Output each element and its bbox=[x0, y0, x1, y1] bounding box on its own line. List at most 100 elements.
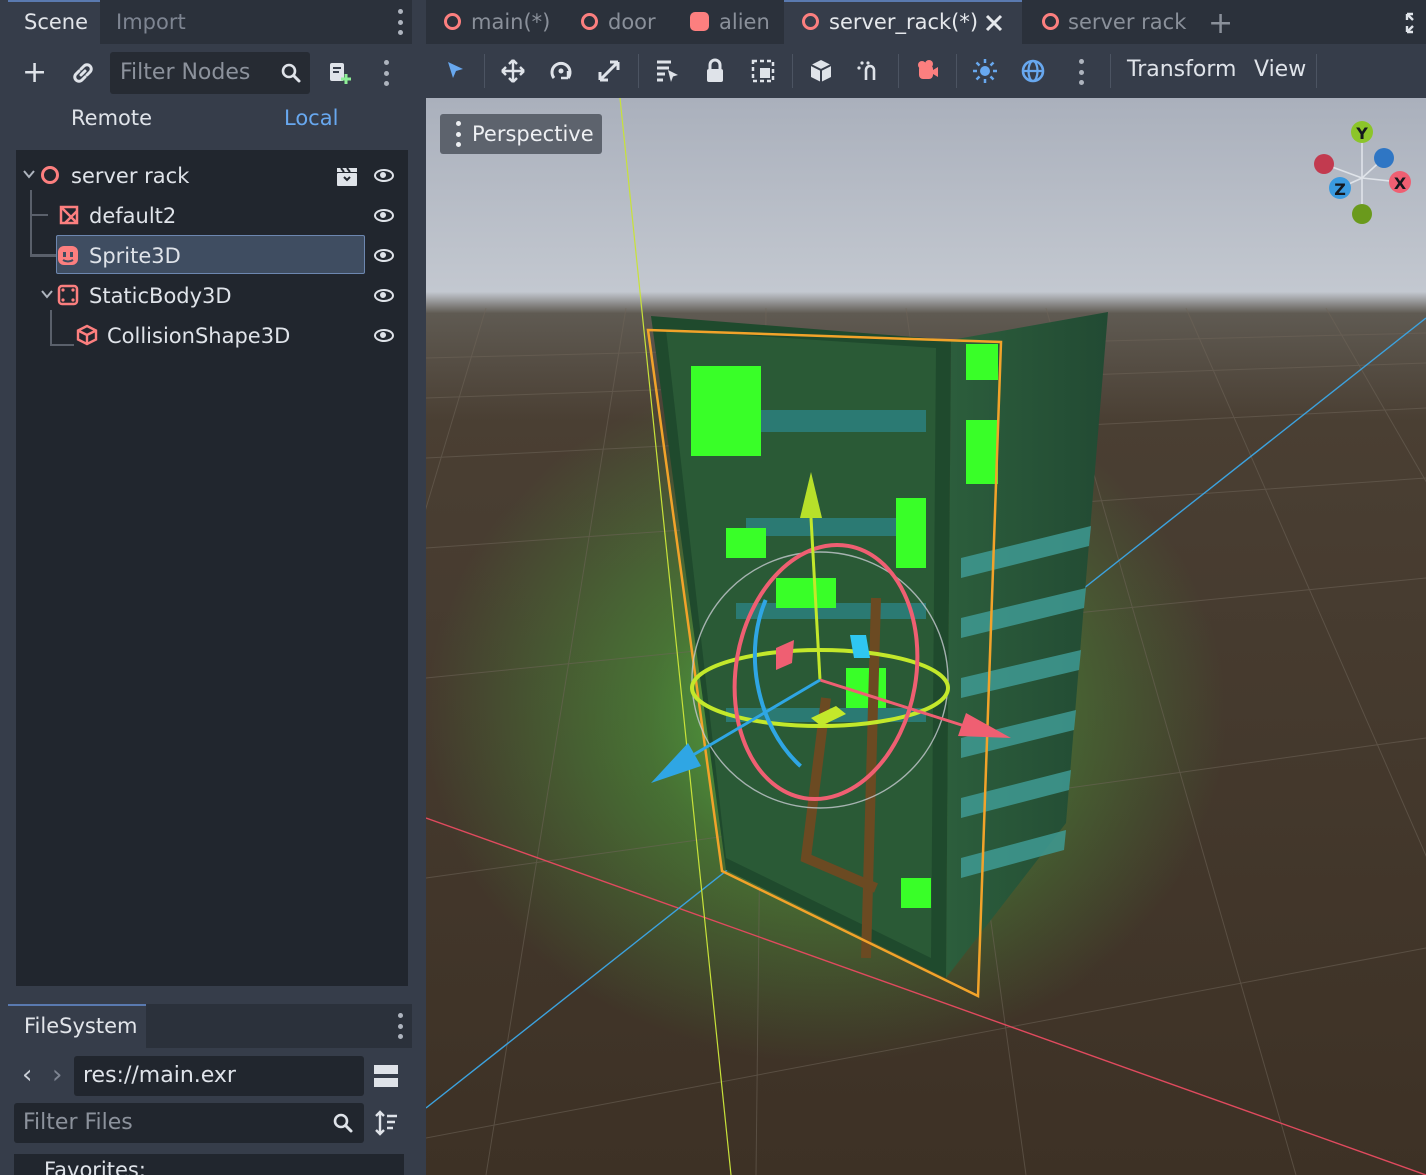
tree-item-label: Sprite3D bbox=[89, 244, 181, 268]
tree-item-server-rack[interactable]: server rack bbox=[16, 155, 408, 195]
local-space-icon[interactable] bbox=[806, 56, 836, 86]
filter-nodes-input[interactable]: Filter Nodes bbox=[110, 52, 310, 94]
scene-toolbar: + Filter Nodes Remote Local bbox=[8, 44, 412, 148]
tree-item-default2[interactable]: default2 bbox=[16, 195, 408, 235]
editor-tab-alien[interactable]: alien bbox=[678, 0, 782, 44]
snap-icon[interactable] bbox=[854, 56, 884, 86]
editor-tab-bar: main(*) door alien server_rack(*) server… bbox=[426, 0, 1426, 44]
tab-filesystem[interactable]: FileSystem bbox=[8, 1004, 146, 1048]
scene-tree: server rack default2 Sprite3D StaticBody… bbox=[16, 150, 408, 986]
view-menu[interactable]: View bbox=[1254, 57, 1306, 82]
editor-tab-main[interactable]: main(*) bbox=[426, 0, 558, 44]
editor-tab-label: door bbox=[608, 10, 656, 34]
gizmo-z-label: Z bbox=[1334, 180, 1346, 199]
environment-preview-icon[interactable] bbox=[1018, 56, 1048, 86]
path-value: res://main.exr bbox=[83, 1063, 236, 1088]
scene-toolbar-menu-icon[interactable] bbox=[382, 60, 390, 86]
move-tool-icon[interactable] bbox=[498, 56, 528, 86]
tab-scene[interactable]: Scene bbox=[8, 0, 100, 44]
gizmo-y-label: Y bbox=[1355, 124, 1368, 143]
filesystem-body: ‹ › res://main.exr Filter Files Favorite… bbox=[8, 1048, 412, 1175]
list-select-icon[interactable] bbox=[652, 56, 682, 86]
search-icon bbox=[333, 1113, 353, 1133]
link-icon[interactable] bbox=[70, 60, 96, 86]
collision-shape-icon bbox=[76, 324, 98, 346]
close-icon[interactable] bbox=[985, 14, 1003, 32]
perspective-menu-icon bbox=[454, 121, 462, 147]
visibility-eye-icon[interactable] bbox=[374, 209, 394, 222]
editor-tab-label: alien bbox=[719, 10, 770, 34]
sort-icon[interactable] bbox=[374, 1110, 398, 1136]
toolbar-separator bbox=[484, 54, 485, 88]
remote-tab[interactable]: Remote bbox=[71, 106, 152, 130]
visibility-eye-icon[interactable] bbox=[374, 289, 394, 302]
group-icon[interactable] bbox=[748, 56, 778, 86]
rotate-tool-icon[interactable] bbox=[546, 56, 576, 86]
editor-tab-door[interactable]: door bbox=[566, 0, 676, 44]
add-tab-icon[interactable]: + bbox=[1208, 6, 1233, 41]
visibility-eye-icon[interactable] bbox=[374, 169, 394, 182]
gizmo-x-label: X bbox=[1394, 174, 1407, 193]
filesystem-menu-icon[interactable] bbox=[396, 1013, 404, 1039]
tab-import[interactable]: Import bbox=[100, 0, 202, 44]
split-view-icon[interactable] bbox=[374, 1064, 398, 1088]
scale-tool-icon[interactable] bbox=[594, 56, 624, 86]
perspective-menu-button[interactable]: Perspective bbox=[440, 114, 602, 154]
favorites-label: Favorites: bbox=[44, 1158, 146, 1175]
toolbar-separator bbox=[638, 54, 639, 88]
camera-preview-icon[interactable] bbox=[912, 56, 942, 86]
editor-tab-server-rack[interactable]: server rack bbox=[1028, 0, 1188, 44]
node3d-icon bbox=[41, 166, 59, 184]
filesystem-dock-tabbar: FileSystem bbox=[8, 1004, 412, 1048]
tree-item-sprite3d[interactable]: Sprite3D bbox=[16, 235, 408, 275]
lock-icon[interactable] bbox=[700, 56, 730, 86]
scene-dock-tabbar: Scene Import bbox=[8, 0, 412, 44]
visibility-eye-icon[interactable] bbox=[374, 249, 394, 262]
filesystem-tree: Favorites: bbox=[14, 1154, 404, 1175]
sprite3d-icon bbox=[690, 12, 709, 31]
left-panel: Scene Import + Filter Nodes Remote Local bbox=[0, 0, 420, 1175]
filter-nodes-placeholder: Filter Nodes bbox=[120, 60, 251, 85]
toolbar-separator bbox=[1316, 54, 1317, 88]
tree-item-staticbody3d[interactable]: StaticBody3D bbox=[16, 275, 408, 315]
search-icon bbox=[281, 63, 301, 83]
mesh-instance-icon bbox=[59, 205, 79, 225]
forward-arrow-icon[interactable]: › bbox=[52, 1060, 62, 1090]
3d-viewport[interactable]: Y X Z Perspective bbox=[426, 98, 1426, 1175]
more-options-icon[interactable] bbox=[1077, 59, 1085, 85]
editor-tab-label: server rack bbox=[1068, 10, 1187, 34]
node3d-icon bbox=[1042, 13, 1059, 30]
transform-menu[interactable]: Transform bbox=[1127, 57, 1236, 82]
node3d-icon bbox=[802, 13, 819, 30]
scene-dock-tabs: Scene Import bbox=[8, 0, 412, 44]
filter-files-placeholder: Filter Files bbox=[23, 1110, 133, 1135]
toolbar-separator bbox=[1110, 54, 1111, 88]
local-tab[interactable]: Local bbox=[284, 106, 338, 130]
editor-tab-label: server_rack(*) bbox=[829, 10, 979, 34]
chevron-down-icon[interactable] bbox=[23, 169, 35, 179]
chevron-down-icon[interactable] bbox=[41, 289, 53, 299]
scene-dock-menu-icon[interactable] bbox=[396, 9, 404, 35]
static-body-icon bbox=[57, 284, 79, 306]
toolbar-separator bbox=[956, 54, 957, 88]
select-tool-icon[interactable] bbox=[440, 56, 470, 86]
node3d-icon bbox=[444, 13, 461, 30]
sprite3d-icon bbox=[58, 246, 78, 265]
viewport-scene[interactable]: Y X Z bbox=[426, 98, 1426, 1175]
tree-item-collisionshape3d[interactable]: CollisionShape3D bbox=[16, 315, 408, 355]
back-arrow-icon[interactable]: ‹ bbox=[22, 1060, 32, 1090]
tree-item-label: CollisionShape3D bbox=[107, 324, 291, 348]
clapperboard-icon[interactable] bbox=[335, 165, 359, 187]
instance-scene-icon[interactable] bbox=[326, 60, 352, 86]
path-field[interactable]: res://main.exr bbox=[74, 1056, 364, 1096]
visibility-eye-icon[interactable] bbox=[374, 329, 394, 342]
add-node-icon[interactable]: + bbox=[22, 58, 47, 88]
sun-preview-icon[interactable] bbox=[970, 56, 1000, 86]
distraction-free-icon[interactable] bbox=[1405, 12, 1426, 34]
tree-item-label: StaticBody3D bbox=[89, 284, 232, 308]
perspective-label: Perspective bbox=[472, 122, 594, 146]
filter-files-input[interactable]: Filter Files bbox=[14, 1103, 364, 1143]
editor-tab-server-rack-active[interactable]: server_rack(*) bbox=[784, 0, 1022, 44]
tree-item-label: default2 bbox=[89, 204, 177, 228]
toolbar-separator bbox=[792, 54, 793, 88]
